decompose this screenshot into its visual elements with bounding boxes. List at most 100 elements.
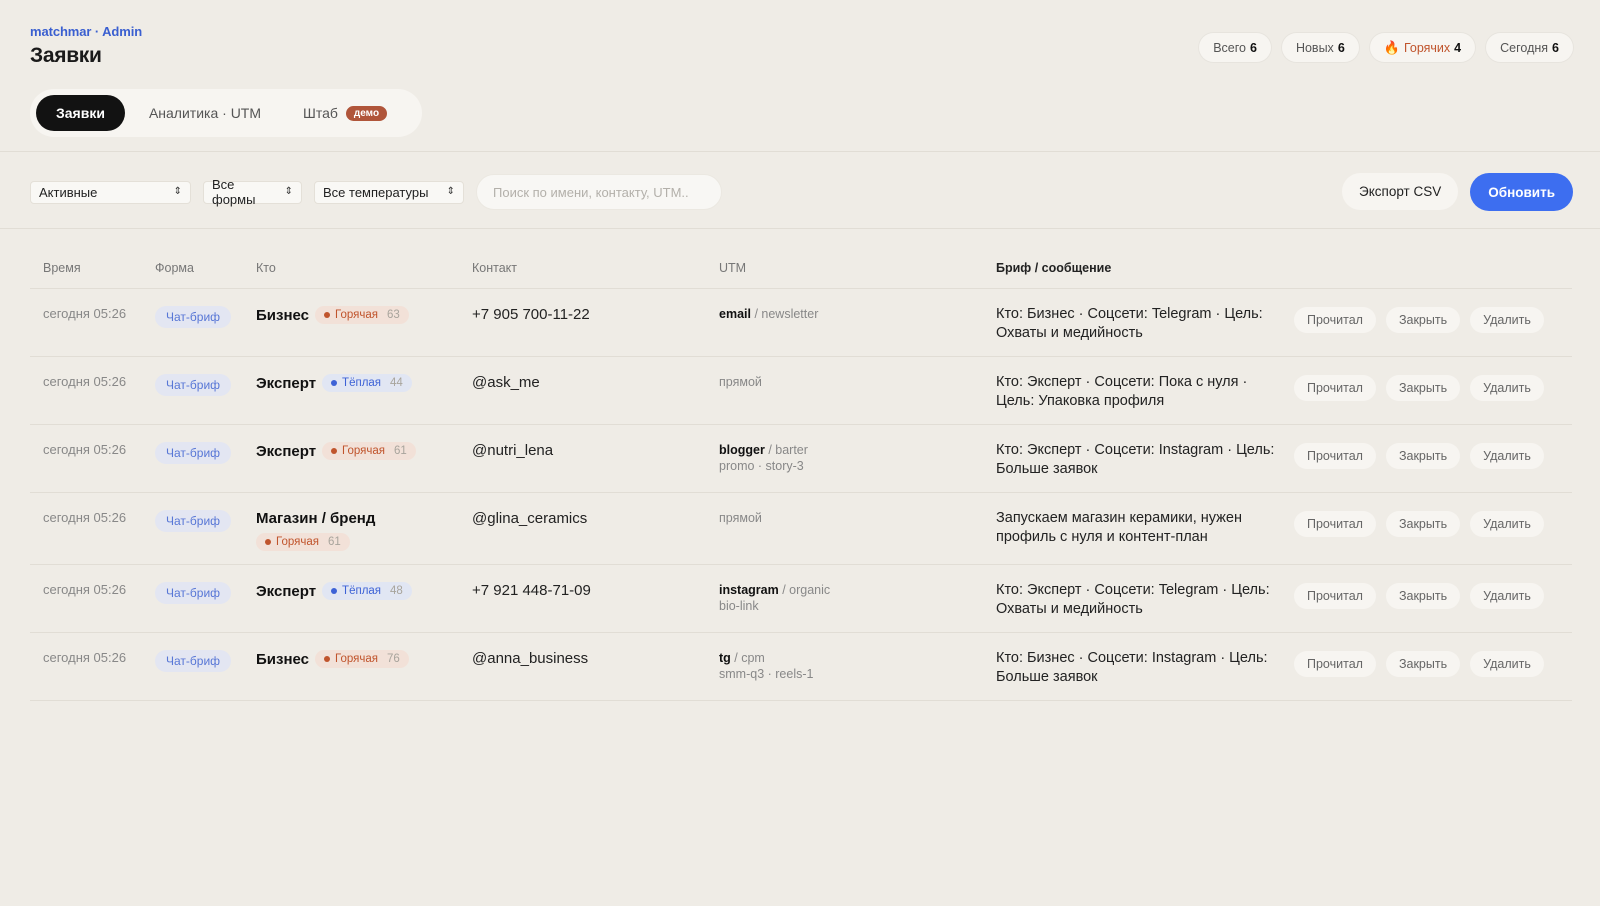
mark-read-button[interactable]: Прочитал (1294, 375, 1376, 401)
refresh-button[interactable]: Обновить (1470, 173, 1573, 211)
tab-requests[interactable]: Заявки (36, 95, 125, 131)
demo-badge: демо (345, 105, 388, 121)
utm-source: tg (719, 651, 731, 665)
delete-button[interactable]: Удалить (1470, 583, 1544, 609)
tab-bar: Заявки Аналитика · UTM Штаб демо (30, 89, 422, 137)
delete-button[interactable]: Удалить (1470, 651, 1544, 677)
row-time: сегодня 05:26 (43, 442, 127, 457)
brand-label[interactable]: matchmar · Admin (30, 24, 142, 39)
delete-button[interactable]: Удалить (1470, 375, 1544, 401)
search-input[interactable] (476, 174, 722, 210)
row-brief: Кто: Эксперт · Соцсети: Пока с нуля · Це… (996, 374, 1248, 409)
export-csv-button[interactable]: Экспорт CSV (1342, 173, 1459, 210)
table-row[interactable]: сегодня 05:26 Чат-бриф Эксперт Тёплая 48 +7 9… (30, 565, 1572, 633)
row-brief: Кто: Бизнес · Соцсети: Instagram · Цель:… (996, 650, 1268, 685)
temperature-select-value: Все температуры (323, 184, 429, 200)
row-contact[interactable]: @anna_business (472, 650, 588, 667)
row-contact[interactable]: +7 921 448-71-09 (472, 582, 591, 599)
who-name: Эксперт (256, 442, 317, 460)
mark-read-button[interactable]: Прочитал (1294, 511, 1376, 537)
stats-bar: Всего 6 Новых 6 🔥 Горячих 4 Сегодня 6 (1199, 33, 1573, 62)
row-time: сегодня 05:26 (43, 306, 127, 321)
row-utm: прямой (719, 374, 762, 390)
utm-extra: smm-q3 · reels-1 (719, 667, 814, 681)
tab-analytics-label: Аналитика · UTM (148, 105, 262, 121)
row-actions: Прочитал Закрыть Удалить (1294, 651, 1544, 677)
row-brief: Кто: Бизнес · Соцсети: Telegram · Цель: … (996, 306, 1263, 341)
row-contact[interactable]: @glina_ceramics (472, 510, 587, 527)
stat-today-value: 6 (1552, 40, 1559, 55)
close-button[interactable]: Закрыть (1385, 307, 1461, 333)
temperature-dot-icon (265, 539, 271, 545)
page-header: matchmar · Admin Заявки (30, 24, 142, 68)
row-actions: Прочитал Закрыть Удалить (1294, 375, 1544, 401)
close-button[interactable]: Закрыть (1385, 651, 1461, 677)
row-contact[interactable]: +7 905 700-11-22 (472, 306, 590, 323)
mark-read-button[interactable]: Прочитал (1294, 307, 1376, 333)
row-who: Бизнес Горячая 63 (256, 306, 456, 324)
who-name: Эксперт (256, 582, 317, 600)
row-contact[interactable]: @ask_me (472, 374, 540, 391)
temperature-label: Горячая (335, 653, 378, 665)
mark-read-button[interactable]: Прочитал (1294, 583, 1376, 609)
requests-table: Время Форма Кто Контакт UTM Бриф / сообщ… (30, 248, 1572, 701)
who-name: Эксперт (256, 374, 317, 392)
row-brief: Запускаем магазин керамики, нужен профил… (996, 510, 1242, 545)
delete-button[interactable]: Удалить (1470, 443, 1544, 469)
table-row[interactable]: сегодня 05:26 Чат-бриф Бизнес Горячая 63 +7 9… (30, 289, 1572, 357)
status-select[interactable]: Активные ⇕ (30, 180, 191, 204)
column-header-brief: Бриф / сообщение (996, 261, 1112, 275)
stat-today-label: Сегодня (1500, 40, 1549, 55)
mark-read-button[interactable]: Прочитал (1294, 443, 1376, 469)
table-row[interactable]: сегодня 05:26 Чат-бриф Эксперт Горячая 61 @nu… (30, 425, 1572, 493)
form-select[interactable]: Все формы ⇕ (203, 177, 302, 207)
stat-new: Новых 6 (1281, 33, 1359, 62)
temperature-select[interactable]: Все температуры ⇕ (314, 180, 464, 204)
row-utm: прямой (719, 510, 762, 526)
stat-total-value: 6 (1250, 40, 1257, 55)
who-name: Бизнес (256, 306, 310, 324)
temperature-dot-icon (324, 656, 331, 662)
column-header-form: Форма (155, 261, 194, 275)
temperature-dot-icon (331, 380, 338, 386)
row-utm: tg / cpm smm-q3 · reels-1 (719, 650, 813, 682)
table-row[interactable]: сегодня 05:26 Чат-бриф Бизнес Горячая 76 @ann… (30, 633, 1572, 701)
table-row[interactable]: сегодня 05:26 Чат-бриф Магазин / бренд Горя… (30, 493, 1572, 565)
temperature-dot-icon (331, 588, 338, 594)
utm-medium: / newsletter (750, 307, 819, 321)
close-button[interactable]: Закрыть (1385, 583, 1461, 609)
stat-today: Сегодня 6 (1486, 33, 1573, 62)
tab-analytics[interactable]: Аналитика · UTM (131, 95, 279, 131)
temperature-score: 76 (386, 653, 400, 665)
close-button[interactable]: Закрыть (1385, 375, 1461, 401)
utm-source: blogger (719, 443, 765, 457)
temperature-badge: Горячая 76 (315, 650, 409, 668)
row-time: сегодня 05:26 (43, 374, 127, 389)
close-button[interactable]: Закрыть (1385, 511, 1461, 537)
who-name: Магазин / бренд (256, 510, 376, 527)
row-contact[interactable]: @nutri_lena (472, 442, 553, 459)
form-badge: Чат-бриф (155, 650, 232, 672)
stat-total-label: Всего (1213, 40, 1246, 55)
temperature-badge: Горячая 61 (322, 442, 416, 460)
form-select-value: Все формы (212, 177, 256, 207)
column-header-who: Кто (256, 261, 276, 275)
row-who: Бизнес Горячая 76 (256, 650, 456, 668)
header-divider (0, 151, 1600, 152)
tab-hq[interactable]: Штаб демо (285, 95, 405, 131)
utm-extra: promo · story-3 (719, 459, 804, 473)
mark-read-button[interactable]: Прочитал (1294, 651, 1376, 677)
row-actions: Прочитал Закрыть Удалить (1294, 443, 1544, 469)
delete-button[interactable]: Удалить (1470, 511, 1544, 537)
row-brief: Кто: Эксперт · Соцсети: Instagram · Цель… (996, 442, 1275, 477)
stat-total: Всего 6 (1199, 33, 1271, 62)
row-who: Эксперт Тёплая 44 (256, 374, 456, 392)
row-utm: email / newsletter (719, 306, 818, 322)
table-row[interactable]: сегодня 05:26 Чат-бриф Эксперт Тёплая 44 @ask… (30, 357, 1572, 425)
delete-button[interactable]: Удалить (1470, 307, 1544, 333)
utm-medium: / organic (778, 583, 831, 597)
close-button[interactable]: Закрыть (1385, 443, 1461, 469)
utm-source: email (719, 307, 751, 321)
temperature-badge: Тёплая 48 (322, 582, 412, 600)
temperature-badge: Горячая 63 (315, 306, 409, 324)
